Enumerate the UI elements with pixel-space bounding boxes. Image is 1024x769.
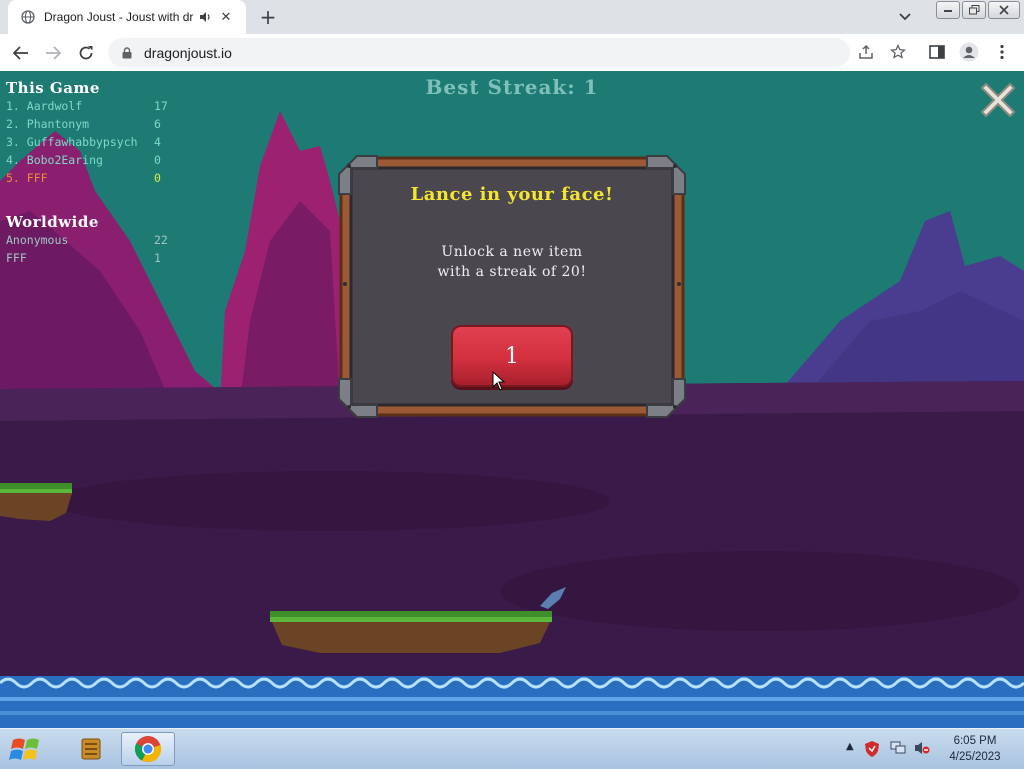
chrome-taskbar-icon[interactable]: [121, 732, 175, 766]
player-score: 4: [154, 135, 161, 149]
leaderboard-row: 4. Bobo2Earing 0: [6, 151, 176, 169]
leaderboard-row-current-player: 5. FFF 0: [6, 169, 176, 187]
mouse-cursor-icon: [492, 371, 506, 391]
profile-avatar-icon[interactable]: [958, 41, 980, 63]
player-name: 3. Guffawhabbypsych: [6, 135, 138, 149]
clock-date: 4/25/2023: [949, 751, 1001, 763]
url-text: dragonjoust.io: [144, 44, 232, 61]
leaderboard: This Game 1. Aardwolf 17 2. Phantonym 6 3.…: [6, 79, 176, 267]
player-name: FFF: [6, 251, 27, 265]
this-game-heading: This Game: [6, 79, 100, 97]
taskbar-clock[interactable]: 6:05 PM 4/25/2023: [940, 733, 1010, 765]
chevron-down-icon[interactable]: [895, 8, 915, 26]
worldwide-row: Anonymous 22: [6, 231, 176, 249]
tab-title: Dragon Joust - Joust with dr: [44, 10, 194, 24]
share-icon[interactable]: [855, 41, 877, 63]
browser-tab[interactable]: Dragon Joust - Joust with dr ✕: [8, 0, 246, 34]
file-explorer-icon[interactable]: [64, 732, 118, 766]
address-bar[interactable]: dragonjoust.io: [108, 38, 850, 67]
volume-muted-icon[interactable]: [914, 741, 930, 755]
game-canvas[interactable]: Best Streak: 1 This Game 1. Aardwolf 17 2…: [0, 71, 1024, 728]
dialog-message-line-1: Unlock a new item: [441, 244, 583, 260]
network-icon[interactable]: [890, 741, 906, 755]
globe-icon: [20, 9, 36, 25]
tray-expand-icon[interactable]: ▲: [846, 741, 854, 752]
more-menu-icon[interactable]: [991, 41, 1013, 63]
close-icon[interactable]: [976, 78, 1020, 122]
player-score: 6: [154, 117, 161, 131]
player-score: 0: [154, 171, 161, 185]
player-name: Anonymous: [6, 233, 69, 247]
player-score: 17: [154, 99, 168, 113]
clock-time: 6:05 PM: [953, 735, 997, 747]
windows-start-icon[interactable]: [8, 732, 44, 766]
leaderboard-row: 2. Phantonym 6: [6, 115, 176, 133]
lock-icon[interactable]: [120, 46, 134, 60]
new-tab-button[interactable]: +: [256, 5, 280, 29]
forward-arrow-icon[interactable]: [40, 40, 66, 66]
worldwide-row: FFF 1: [6, 249, 176, 267]
leaderboard-row: 3. Guffawhabbypsych 4: [6, 133, 176, 151]
bookmark-star-icon[interactable]: [887, 41, 909, 63]
player-name: 2. Phantonym: [6, 117, 90, 131]
player-name: 1. Aardwolf: [6, 99, 83, 113]
leaderboard-row: 1. Aardwolf 17: [6, 97, 176, 115]
window-controls: [936, 1, 1020, 19]
tab-close-icon[interactable]: ✕: [218, 9, 234, 25]
back-arrow-icon[interactable]: [8, 40, 34, 66]
dialog-message-line-2: with a streak of 20!: [437, 264, 587, 280]
minimize-button[interactable]: [936, 1, 960, 19]
player-score: 22: [154, 233, 168, 247]
taskbar: ▲ 6:05 PM 4/25/2023: [0, 728, 1024, 769]
player-name: 5. FFF: [6, 171, 48, 185]
play-button[interactable]: 1: [451, 325, 573, 387]
speaker-icon[interactable]: [198, 10, 212, 24]
browser-tab-strip: Dragon Joust - Joust with dr ✕ +: [0, 0, 1024, 34]
worldwide-heading: Worldwide: [6, 213, 99, 231]
player-score: 0: [154, 153, 161, 167]
side-panel-icon[interactable]: [926, 41, 948, 63]
reload-icon[interactable]: [73, 40, 99, 66]
restore-button[interactable]: [962, 1, 986, 19]
player-name: 4. Bobo2Earing: [6, 153, 103, 167]
window-close-button[interactable]: [988, 1, 1020, 19]
browser-toolbar: dragonjoust.io: [0, 34, 1024, 71]
player-score: 1: [154, 251, 161, 265]
shield-icon[interactable]: [864, 740, 880, 758]
dialog-title: Lance in your face!: [410, 184, 614, 205]
